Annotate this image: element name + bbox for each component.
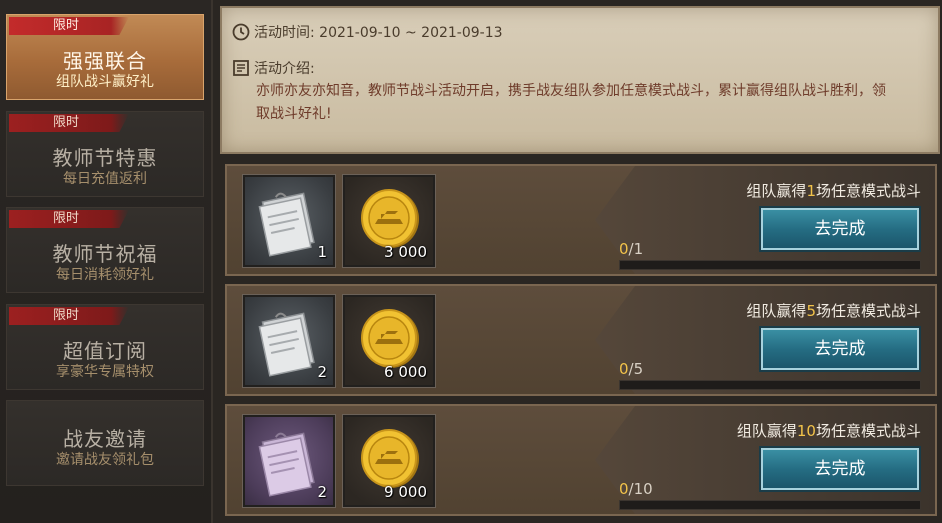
sidebar-item-title: 强强联合 bbox=[63, 49, 147, 73]
reward-slot[interactable]: 2 bbox=[242, 414, 336, 508]
reward-count: 9 000 bbox=[384, 483, 427, 501]
event-intro-row: 活动介绍: bbox=[232, 58, 315, 78]
task-title-number: 5 bbox=[806, 302, 816, 320]
task-title-suffix: 场任意模式战斗 bbox=[815, 182, 921, 200]
task-title: 组队赢得5场任意模式战斗 bbox=[746, 300, 921, 321]
sidebar-item-subtitle: 组队战斗赢好礼 bbox=[56, 74, 154, 90]
progress-text: 0/1 bbox=[619, 240, 643, 258]
task-title-suffix: 场任意模式战斗 bbox=[815, 422, 921, 440]
task-title-prefix: 组队赢得 bbox=[736, 422, 797, 440]
limited-badge: 限时 bbox=[9, 114, 129, 132]
event-time-row: 活动时间: 2021-09-10 ~ 2021-09-13 bbox=[232, 22, 503, 42]
task-title-suffix: 场任意模式战斗 bbox=[815, 302, 921, 320]
progress-current: 0 bbox=[619, 360, 629, 378]
progress-total: /10 bbox=[628, 480, 653, 498]
task-row: 1 3 000 组队赢得1场任意模式战斗 去完成 0/1 bbox=[225, 164, 937, 276]
reward-count: 2 bbox=[317, 363, 327, 381]
task-title-prefix: 组队赢得 bbox=[746, 302, 807, 320]
sidebar-item-title: 教师节祝福 bbox=[52, 242, 158, 266]
progress-bar bbox=[619, 500, 921, 510]
event-intro-label: 活动介绍: bbox=[254, 61, 315, 77]
task-title: 组队赢得1场任意模式战斗 bbox=[746, 180, 921, 201]
go-complete-button[interactable]: 去完成 bbox=[761, 328, 919, 370]
event-info-panel: 活动时间: 2021-09-10 ~ 2021-09-13 活动介绍: 亦师亦友… bbox=[220, 6, 940, 154]
progress-total: /1 bbox=[628, 240, 644, 258]
progress-current: 0 bbox=[619, 480, 629, 498]
go-complete-button[interactable]: 去完成 bbox=[761, 208, 919, 250]
sidebar-item-invite[interactable]: 战友邀请 邀请战友领礼包 bbox=[6, 400, 204, 486]
sidebar-item-title: 战友邀请 bbox=[63, 427, 147, 451]
go-complete-button[interactable]: 去完成 bbox=[761, 448, 919, 490]
reward-slot[interactable]: 1 bbox=[242, 174, 336, 268]
document-icon bbox=[233, 60, 249, 76]
event-intro-text: 亦师亦友亦知音，教师节战斗活动开启，携手战友组队参加任意模式战斗，累计赢得组队战… bbox=[256, 83, 886, 122]
sidebar-item-subtitle: 享豪华专属特权 bbox=[56, 364, 154, 380]
sidebar-item-title: 教师节特惠 bbox=[52, 146, 158, 170]
clock-icon bbox=[232, 23, 250, 41]
task-title: 组队赢得10场任意模式战斗 bbox=[737, 420, 921, 441]
sidebar-item-subtitle: 每日消耗领好礼 bbox=[56, 267, 154, 283]
sidebar-item-subscription[interactable]: 限时 超值订阅 享豪华专属特权 bbox=[6, 304, 204, 390]
task-row: 2 6 000 组队赢得5场任意模式战斗 去完成 0/5 bbox=[225, 284, 937, 396]
reward-count: 2 bbox=[317, 483, 327, 501]
reward-count: 3 000 bbox=[384, 243, 427, 261]
limited-badge: 限时 bbox=[9, 17, 129, 35]
reward-count: 1 bbox=[317, 243, 327, 261]
progress-text: 0/10 bbox=[619, 480, 653, 498]
progress-current: 0 bbox=[619, 240, 629, 258]
sidebar: 限时 强强联合 组队战斗赢好礼 限时 教师节特惠 每日充值返利 限时 教师节祝福… bbox=[0, 0, 213, 523]
sidebar-item-subtitle: 每日充值返利 bbox=[63, 171, 147, 187]
progress-bar bbox=[619, 260, 921, 270]
sidebar-item-team-battle[interactable]: 限时 强强联合 组队战斗赢好礼 bbox=[6, 14, 204, 100]
sidebar-item-title: 超值订阅 bbox=[63, 339, 147, 363]
reward-slot[interactable]: 3 000 bbox=[342, 174, 436, 268]
sidebar-item-teacher-blessing[interactable]: 限时 教师节祝福 每日消耗领好礼 bbox=[6, 207, 204, 293]
progress-bar bbox=[619, 380, 921, 390]
reward-slot[interactable]: 6 000 bbox=[342, 294, 436, 388]
task-title-number: 1 bbox=[806, 182, 816, 200]
sidebar-item-subtitle: 邀请战友领礼包 bbox=[56, 452, 154, 468]
progress-text: 0/5 bbox=[619, 360, 643, 378]
reward-slot[interactable]: 2 bbox=[242, 294, 336, 388]
sidebar-item-teacher-discount[interactable]: 限时 教师节特惠 每日充值返利 bbox=[6, 111, 204, 197]
reward-slot[interactable]: 9 000 bbox=[342, 414, 436, 508]
reward-count: 6 000 bbox=[384, 363, 427, 381]
event-time: 活动时间: 2021-09-10 ~ 2021-09-13 bbox=[254, 25, 503, 41]
task-row: 2 9 000 组队赢得10场任意模式战斗 去完成 0/10 bbox=[225, 404, 937, 516]
task-title-number: 10 bbox=[796, 422, 816, 440]
limited-badge: 限时 bbox=[9, 307, 129, 325]
limited-badge: 限时 bbox=[9, 210, 129, 228]
progress-total: /5 bbox=[628, 360, 644, 378]
task-title-prefix: 组队赢得 bbox=[746, 182, 807, 200]
